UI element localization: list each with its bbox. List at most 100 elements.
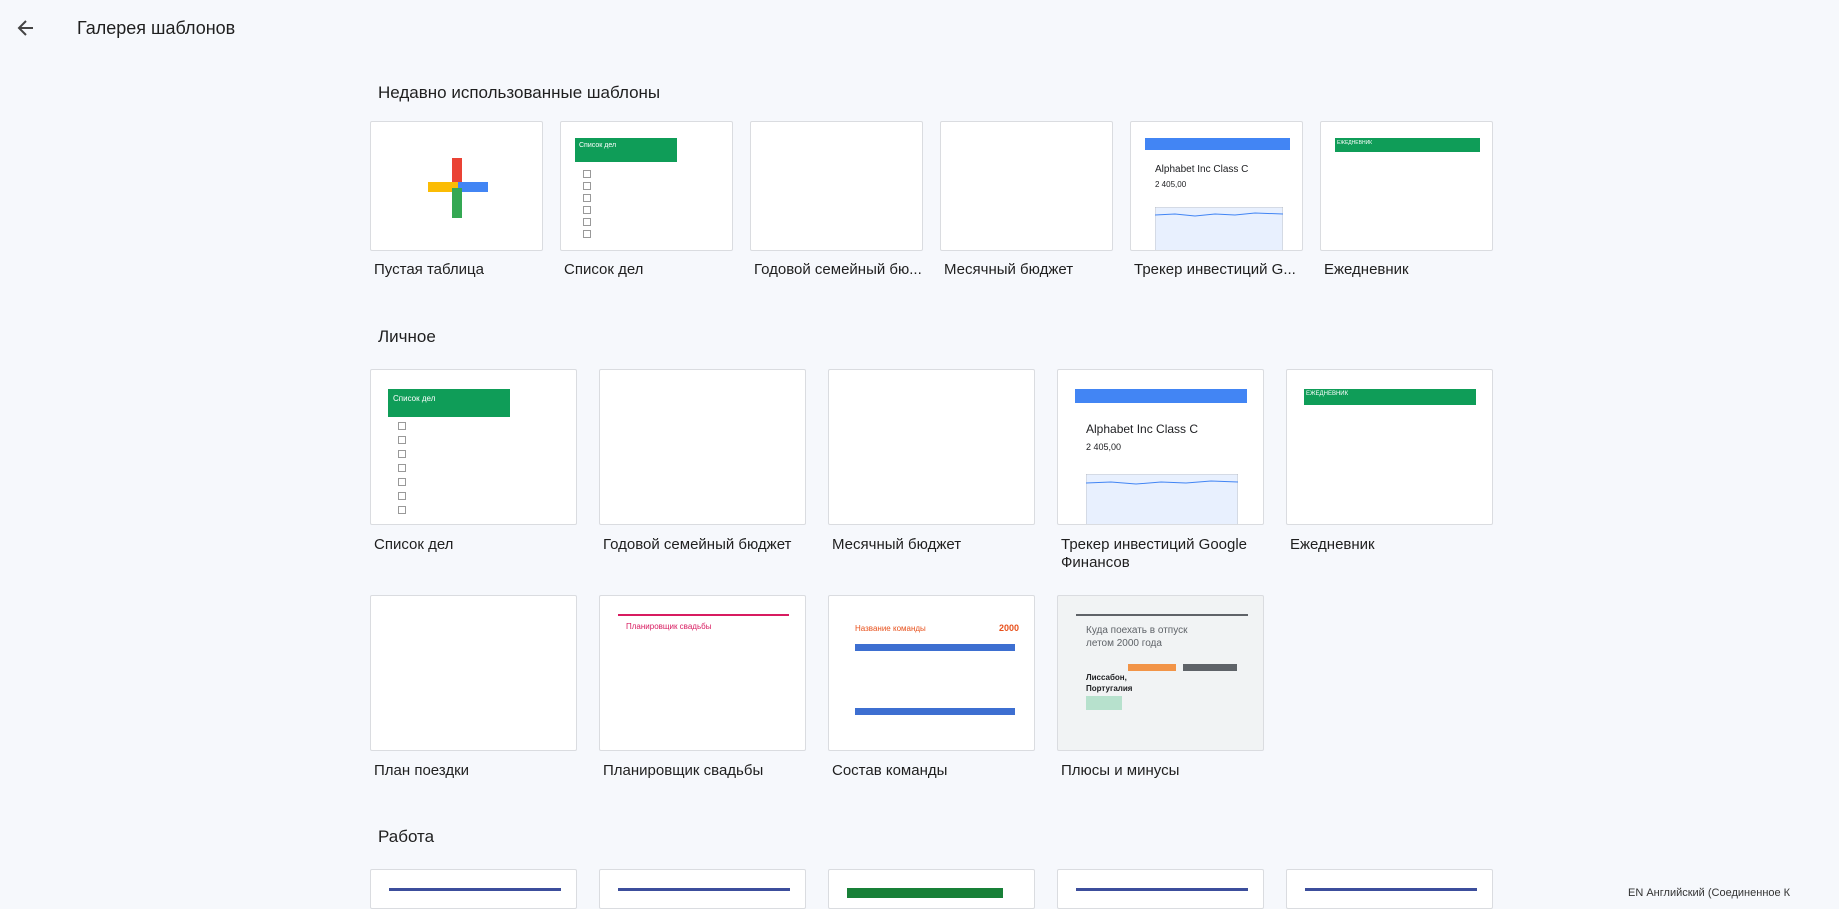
thumbnail-title: Куда поехать в отпуск летом 2000 года xyxy=(1086,625,1188,649)
checkbox-icon xyxy=(398,450,406,458)
template-label: Список дел xyxy=(374,536,454,553)
thumbnail-rule xyxy=(1076,614,1248,616)
template-card-team-roster[interactable]: Название команды 2000 Состав команды xyxy=(828,595,1035,785)
template-card-trip-plan[interactable]: План поездки xyxy=(370,595,577,785)
template-thumbnail: Список дел xyxy=(370,369,577,525)
section-title-personal: Личное xyxy=(378,327,436,346)
template-card-diary[interactable]: ЕЖЕДНЕВНИК Ежедневник xyxy=(1286,369,1493,579)
checkbox-icon xyxy=(583,182,591,190)
template-thumbnail: Alphabet Inc Class C 2 405,00 xyxy=(1130,121,1303,251)
thumbnail-title: Планировщик свадьбы xyxy=(626,622,712,631)
template-label: Плюсы и минусы xyxy=(1061,762,1180,779)
line-chart-icon xyxy=(1155,207,1283,250)
template-label: Годовой семейный бю... xyxy=(754,261,922,278)
thumbnail-rule xyxy=(389,888,561,891)
section-title-work: Работа xyxy=(378,827,435,846)
template-thumbnail: Куда поехать в отпуск летом 2000 года Ли… xyxy=(1057,595,1264,751)
checkbox-icon xyxy=(398,422,406,430)
thumbnail-rule xyxy=(618,614,789,616)
thumbnail-price: 2 405,00 xyxy=(1155,180,1187,189)
checkbox-icon xyxy=(398,506,406,514)
checkbox-icon xyxy=(398,478,406,486)
template-card-todo[interactable]: Список дел Список дел xyxy=(560,121,733,286)
template-thumbnail: ЕЖЕДНЕВНИК xyxy=(1286,369,1493,525)
plus-icon xyxy=(428,158,488,218)
thumbnail-title: Alphabet Inc Class C xyxy=(1155,164,1249,175)
template-thumbnail: ЕЖЕДНЕВНИК xyxy=(1320,121,1493,251)
language-indicator: EN Английский (Соединенное К xyxy=(1628,887,1791,899)
checkbox-icon xyxy=(583,230,591,238)
template-card-monthly-budget[interactable]: Месячный бюджет xyxy=(940,121,1113,286)
thumbnail-table-header xyxy=(855,708,1015,715)
template-thumbnail xyxy=(828,869,1035,909)
template-thumbnail xyxy=(1286,869,1493,909)
checkbox-icon xyxy=(398,492,406,500)
thumbnail-table-header xyxy=(1183,664,1237,671)
thumbnail-header: Список дел xyxy=(575,138,677,162)
template-card-pros-cons[interactable]: Куда поехать в отпуск летом 2000 года Ли… xyxy=(1057,595,1264,785)
template-card-wedding-planner[interactable]: Планировщик свадьбы Планировщик свадьбы xyxy=(599,595,806,785)
thumbnail-city: Лиссабон, Португалия xyxy=(1086,673,1133,693)
template-card-work[interactable] xyxy=(1057,869,1264,909)
template-label: Трекер инвестиций Google Финансов xyxy=(1061,536,1248,571)
template-thumbnail: Список дел xyxy=(560,121,733,251)
line-chart-icon xyxy=(1086,474,1238,524)
page-title: Галерея шаблонов xyxy=(77,18,236,38)
template-thumbnail xyxy=(828,369,1035,525)
checkbox-icon xyxy=(583,218,591,226)
template-thumbnail xyxy=(1057,869,1264,909)
template-label: Список дел xyxy=(564,261,644,278)
thumbnail-price: 2 405,00 xyxy=(1086,442,1122,452)
template-thumbnail xyxy=(370,595,577,751)
template-card-annual-budget[interactable]: Годовой семейный бю... xyxy=(750,121,923,286)
checkbox-icon xyxy=(583,170,591,178)
thumbnail-score xyxy=(1086,696,1122,710)
thumbnail-rule xyxy=(1305,888,1477,891)
template-card-work[interactable] xyxy=(1286,869,1493,909)
checkbox-icon xyxy=(398,464,406,472)
template-thumbnail xyxy=(370,869,577,909)
thumbnail-table-header xyxy=(1128,664,1176,671)
template-thumbnail xyxy=(370,121,543,251)
template-thumbnail xyxy=(599,869,806,909)
template-thumbnail: Alphabet Inc Class C 2 405,00 xyxy=(1057,369,1264,525)
template-thumbnail xyxy=(599,369,806,525)
thumbnail-rule xyxy=(618,888,790,891)
template-card-work[interactable] xyxy=(828,869,1035,909)
checkbox-icon xyxy=(583,194,591,202)
thumbnail-header: ЕЖЕДНЕВНИК xyxy=(1304,389,1476,405)
thumbnail-rule xyxy=(1076,888,1248,891)
thumbnail-rule xyxy=(847,888,1003,898)
template-label: Состав команды xyxy=(832,762,948,779)
template-label: Месячный бюджет xyxy=(832,536,962,553)
template-card-monthly-budget[interactable]: Месячный бюджет xyxy=(828,369,1035,579)
thumbnail-header xyxy=(1145,138,1290,150)
template-card-diary[interactable]: ЕЖЕДНЕВНИК Ежедневник xyxy=(1320,121,1493,286)
template-label: Месячный бюджет xyxy=(944,261,1074,278)
template-label: Пустая таблица xyxy=(374,261,484,278)
template-card-todo[interactable]: Список дел Список дел xyxy=(370,369,577,579)
section-title-recent: Недавно использованные шаблоны xyxy=(378,83,661,102)
thumbnail-header xyxy=(1075,389,1247,403)
template-thumbnail: Название команды 2000 xyxy=(828,595,1035,751)
template-card-investment-tracker[interactable]: Alphabet Inc Class C 2 405,00 Трекер инв… xyxy=(1057,369,1264,579)
back-button[interactable] xyxy=(12,14,40,42)
thumbnail-year: 2000 xyxy=(999,623,1020,633)
thumbnail-table-header xyxy=(855,644,1015,651)
template-label: Годовой семейный бюджет xyxy=(603,536,792,553)
thumbnail-header: ЕЖЕДНЕВНИК xyxy=(1335,138,1480,152)
template-label: План поездки xyxy=(374,762,470,779)
template-label: Ежедневник xyxy=(1324,261,1409,278)
template-card-blank[interactable]: Пустая таблица xyxy=(370,121,543,286)
template-card-work[interactable] xyxy=(370,869,577,909)
checkbox-icon xyxy=(398,436,406,444)
template-card-annual-budget[interactable]: Годовой семейный бюджет xyxy=(599,369,806,579)
template-label: Трекер инвестиций G... xyxy=(1134,261,1296,278)
template-card-investment-tracker[interactable]: Alphabet Inc Class C 2 405,00 Трекер инв… xyxy=(1130,121,1303,286)
arrow-back-icon xyxy=(17,20,33,36)
template-thumbnail: Планировщик свадьбы xyxy=(599,595,806,751)
template-card-work[interactable] xyxy=(599,869,806,909)
template-label: Планировщик свадьбы xyxy=(603,762,764,779)
template-thumbnail xyxy=(940,121,1113,251)
thumbnail-header: Список дел xyxy=(388,389,510,417)
